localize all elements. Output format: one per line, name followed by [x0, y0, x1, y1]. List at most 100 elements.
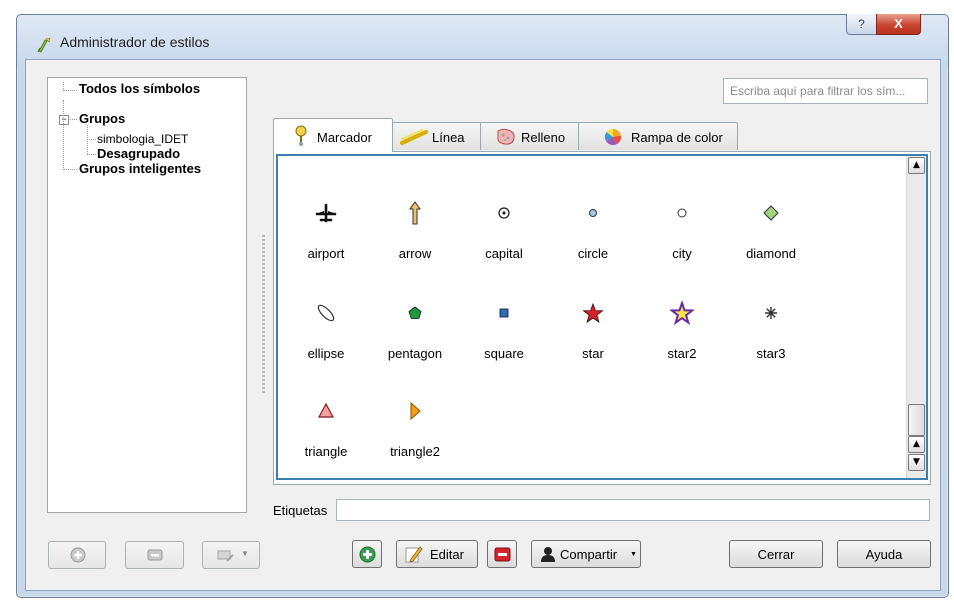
- tree-item-ungrouped[interactable]: Desagrupado: [97, 146, 180, 161]
- tab-panel: airport arrow capital circle city diamon…: [273, 151, 931, 485]
- share-button-label: Compartir: [560, 547, 618, 562]
- tab-fill[interactable]: Relleno: [480, 122, 580, 150]
- marker-pin-icon: [295, 125, 307, 146]
- square-icon: [499, 308, 509, 318]
- symbol-type-tabs: Marcador Línea Relleno Rampa de color: [273, 118, 933, 152]
- edit-group-icon: [217, 550, 234, 562]
- window-title: Administrador de estilos: [60, 34, 210, 50]
- tab-label: Rampa de color: [631, 130, 723, 145]
- symbol-list-scrollbar[interactable]: ▲ ▲ ▼: [906, 156, 926, 478]
- ellipse-icon: [317, 304, 335, 322]
- add-symbol-button[interactable]: [352, 540, 382, 568]
- symbol-label: pentagon: [387, 346, 443, 361]
- symbol-list[interactable]: airport arrow capital circle city diamon…: [276, 154, 928, 480]
- symbol-label: circle: [577, 246, 609, 261]
- tab-label: Relleno: [521, 130, 566, 145]
- line-icon: [400, 129, 428, 145]
- minus-icon: [147, 549, 163, 561]
- symbol-label: arrow: [398, 246, 432, 261]
- close-button[interactable]: Cerrar: [729, 540, 823, 568]
- user-share-icon: [541, 547, 555, 562]
- close-button-label: Cerrar: [757, 547, 795, 562]
- symbol-label: airport: [307, 246, 345, 261]
- question-icon: ?: [858, 17, 865, 31]
- tree-line: [87, 139, 96, 140]
- group-actions-button[interactable]: ▼: [202, 541, 260, 569]
- city-icon: [677, 208, 687, 218]
- plus-icon: [359, 546, 376, 563]
- symbol-label: ellipse: [307, 346, 345, 361]
- tags-input[interactable]: [336, 499, 930, 521]
- color-ramp-icon: [604, 128, 622, 146]
- tags-label: Etiquetas: [273, 503, 328, 518]
- symbol-label: triangle: [304, 444, 348, 459]
- tree-item-label: Grupos: [79, 111, 126, 126]
- style-manager-window: Administrador de estilos ? X Todos los s…: [16, 14, 949, 598]
- diamond-icon: [763, 205, 779, 221]
- splitter-handle[interactable]: [262, 235, 265, 395]
- tree-item-label: Todos los símbolos: [79, 81, 201, 96]
- collapse-expander-icon[interactable]: −: [59, 115, 69, 125]
- scroll-up-icon[interactable]: ▲: [908, 436, 925, 453]
- tree-line: [87, 154, 96, 155]
- tree-item-simbologia-idet[interactable]: simbologia_IDET: [97, 132, 188, 146]
- tab-line[interactable]: Línea: [391, 122, 482, 150]
- scroll-down-icon[interactable]: ▼: [908, 454, 925, 471]
- chevron-down-icon: ▼: [241, 549, 249, 558]
- help-title-button[interactable]: ?: [846, 14, 877, 35]
- minus-icon: [494, 547, 511, 562]
- star-icon: [582, 302, 604, 323]
- dialog-body: Todos los símbolos − Grupos simbologia_I…: [25, 59, 941, 591]
- airport-icon: [315, 203, 337, 223]
- circle-icon: [589, 209, 597, 217]
- tree-item-smart-groups[interactable]: Grupos inteligentes: [79, 161, 201, 176]
- tree-line: [63, 90, 77, 91]
- symbol-label: diamond: [746, 246, 796, 261]
- tab-color-ramp[interactable]: Rampa de color: [578, 122, 738, 150]
- star2-icon: [670, 301, 694, 325]
- scrollbar-thumb[interactable]: [908, 404, 925, 436]
- plus-icon: [70, 547, 86, 563]
- edit-button-label: Editar: [430, 547, 464, 562]
- close-title-button[interactable]: X: [876, 14, 921, 35]
- tree-line: [63, 100, 64, 170]
- edit-pencil-icon: [405, 546, 423, 563]
- symbol-label: star: [582, 346, 604, 361]
- help-button-label: Ayuda: [865, 547, 903, 562]
- symbol-label: city: [672, 246, 692, 261]
- add-group-button[interactable]: [48, 541, 106, 569]
- symbol-label: capital: [485, 246, 523, 261]
- tree-line: [63, 169, 77, 170]
- arrow-icon: [409, 201, 421, 225]
- tab-label: Línea: [432, 130, 465, 145]
- style-manager-icon: [37, 37, 51, 53]
- help-button[interactable]: Ayuda: [837, 540, 931, 568]
- triangle-icon: [317, 402, 335, 418]
- capital-icon: [498, 207, 510, 219]
- symbol-label: triangle2: [390, 444, 440, 459]
- symbol-filter-input[interactable]: Escriba aquí para filtrar los sím...: [723, 78, 928, 104]
- pentagon-icon: [408, 306, 422, 319]
- symbol-label: star2: [667, 346, 697, 361]
- fill-icon: [497, 128, 515, 145]
- remove-group-button[interactable]: [125, 541, 184, 569]
- chevron-down-icon: ▼: [630, 551, 637, 558]
- remove-symbol-button[interactable]: [487, 540, 517, 568]
- tree-line: [70, 119, 77, 120]
- tree-item-label: simbologia_IDET: [97, 132, 189, 146]
- tab-label: Marcador: [317, 130, 372, 145]
- symbol-label: star3: [756, 346, 786, 361]
- close-icon: X: [894, 16, 903, 31]
- tree-item-label: Grupos inteligentes: [79, 161, 202, 176]
- share-menu-button[interactable]: Compartir ▼: [531, 540, 641, 568]
- tree-item-all-symbols[interactable]: Todos los símbolos: [79, 81, 200, 96]
- group-tree[interactable]: Todos los símbolos − Grupos simbologia_I…: [47, 77, 247, 513]
- edit-symbol-button[interactable]: Editar: [396, 540, 478, 568]
- star3-icon: [765, 307, 777, 319]
- scroll-up-icon[interactable]: ▲: [908, 157, 925, 174]
- tree-item-label: Desagrupado: [97, 146, 181, 161]
- symbol-label: square: [484, 346, 524, 361]
- tab-marker[interactable]: Marcador: [273, 118, 393, 152]
- triangle2-icon: [410, 401, 421, 421]
- tree-item-groups[interactable]: Grupos: [79, 111, 125, 126]
